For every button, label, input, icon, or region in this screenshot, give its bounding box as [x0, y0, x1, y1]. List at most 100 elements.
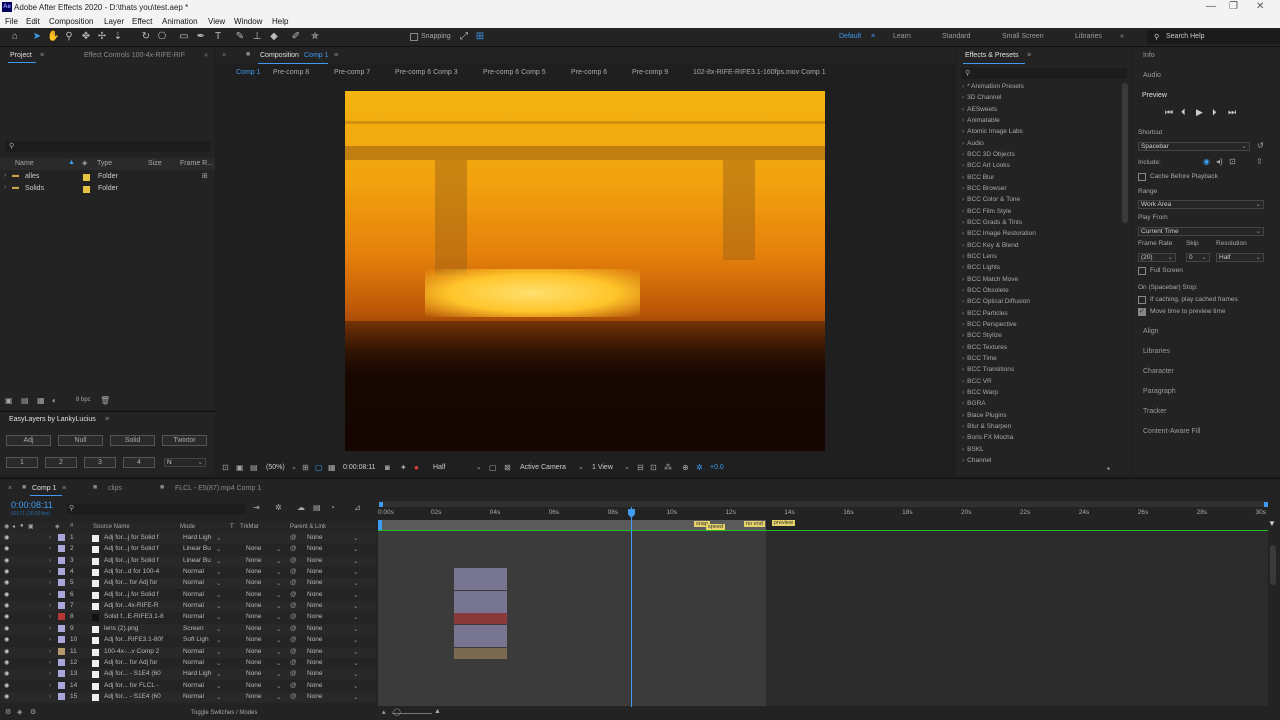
roto-tool-icon[interactable]: ✐	[290, 31, 302, 42]
pick-whip-icon[interactable]: @	[290, 579, 297, 586]
cache-before-checkbox[interactable]	[1138, 173, 1146, 181]
layer-parent[interactable]: None	[307, 602, 323, 609]
panel-menu-icon[interactable]: ≡	[1027, 52, 1031, 59]
expand-arrow-icon[interactable]: ›	[962, 264, 964, 271]
layer-name[interactable]: Adj for... for FLCL -	[104, 682, 176, 689]
breadcrumb-pre-comp-6-comp-3[interactable]: Pre-comp 6 Comp 3	[395, 69, 458, 76]
navigator-end-handle[interactable]	[1264, 502, 1268, 507]
layer-label-swatch[interactable]	[58, 545, 65, 553]
num-2-button[interactable]: 2	[45, 457, 77, 468]
time-navigator[interactable]	[380, 501, 1266, 507]
expand-arrow-icon[interactable]: ›	[49, 648, 51, 655]
toggle-switches-modes-button[interactable]: Toggle Switches / Modes	[191, 710, 257, 716]
view-layout-select[interactable]: 1 View	[592, 464, 613, 471]
transfer-controls-icon[interactable]: ◈	[17, 708, 22, 716]
layer-trkmat[interactable]: None	[246, 670, 262, 677]
expand-arrow-icon[interactable]: ›	[962, 366, 964, 373]
layer-row[interactable]: ◉ › 9 lens (2).png Screen ⌄ None ⌄ @ None ⌄	[0, 623, 376, 635]
project-search-input[interactable]	[6, 141, 210, 152]
orbit-tool-icon[interactable]: ✥	[80, 31, 92, 42]
effect-category[interactable]: › BCC Warp	[962, 389, 998, 396]
pick-whip-icon[interactable]: @	[290, 659, 297, 666]
layer-name[interactable]: Adj for...j for Solid f	[104, 545, 176, 552]
expand-arrow-icon[interactable]: ›	[962, 219, 964, 226]
play-from-select[interactable]: Current Time ⌄	[1138, 227, 1264, 236]
eye-icon[interactable]: ◉	[4, 591, 9, 598]
breadcrumb-pre-comp-7[interactable]: Pre-comp 7	[334, 69, 370, 76]
effect-category[interactable]: › * Animation Presets	[962, 83, 1024, 90]
menu-animation[interactable]: Animation	[162, 17, 198, 26]
rectangle-tool-icon[interactable]: ▭	[178, 31, 190, 42]
expand-arrow-icon[interactable]: ›	[962, 117, 964, 124]
tab-project[interactable]: Project	[10, 52, 32, 59]
resolution-select[interactable]: Half ⌄	[1216, 253, 1264, 262]
layer-name[interactable]: Adj for...j for Solid f	[104, 557, 176, 564]
comp-name[interactable]: Comp 1	[304, 52, 329, 59]
col-parent[interactable]: Parent & Link	[290, 524, 326, 530]
effects-search-input[interactable]	[961, 68, 1127, 79]
layer-label-swatch[interactable]	[58, 613, 65, 621]
expand-arrow-icon[interactable]: ›	[962, 412, 964, 419]
lock-column-icon[interactable]: ▣	[28, 523, 34, 530]
expand-arrow-icon[interactable]: ›	[49, 579, 51, 586]
close-icon[interactable]: ✕	[1256, 1, 1264, 12]
expand-arrow-icon[interactable]: ›	[962, 378, 964, 385]
layer-name[interactable]: 100-4x-...v Comp 2	[104, 648, 176, 655]
export-icon[interactable]: ⇪	[1256, 157, 1263, 166]
effect-category[interactable]: › AESweets	[962, 106, 997, 113]
panel-menu-icon[interactable]: ≡	[105, 416, 109, 423]
first-frame-icon[interactable]: ⏮	[1165, 107, 1173, 118]
breadcrumb-clip-comp[interactable]: 102-8x-RIFE-RIFE3.1-160fps.mov Comp 1	[693, 69, 826, 76]
expand-arrow-icon[interactable]: ›	[49, 557, 51, 564]
pick-whip-icon[interactable]: @	[290, 670, 297, 677]
zoom-tool-icon[interactable]: ⚲	[63, 31, 75, 42]
always-preview-icon[interactable]: ⊡	[222, 463, 229, 472]
workspace-small-screen[interactable]: Small Screen	[1002, 33, 1044, 40]
eye-icon[interactable]: ◉	[4, 534, 9, 541]
effect-category[interactable]: › 3D Channel	[962, 94, 1002, 101]
effect-category[interactable]: › BCC Obsolete	[962, 287, 1009, 294]
layer-name[interactable]: Adj for...RIFE3.1-80f	[104, 636, 176, 643]
puppet-tool-icon[interactable]: ✯	[309, 31, 321, 42]
expand-arrow-icon[interactable]: ›	[962, 457, 964, 464]
zoom-in-icon[interactable]: ▲	[434, 708, 441, 715]
eye-icon[interactable]: ◉	[4, 568, 9, 575]
minimize-icon[interactable]: —	[1206, 1, 1216, 12]
layer-label-swatch[interactable]	[58, 579, 65, 587]
effects-presets-title[interactable]: Effects & Presets	[965, 52, 1019, 59]
expand-arrow-icon[interactable]: ›	[49, 602, 51, 609]
resolution-select[interactable]: Half	[433, 464, 445, 471]
layer-duration-bar[interactable]	[454, 568, 507, 580]
eraser-tool-icon[interactable]: ◆	[268, 31, 280, 42]
breadcrumb-comp-1[interactable]: Comp 1	[236, 69, 261, 76]
col-name[interactable]: Name	[15, 160, 34, 167]
pick-whip-icon[interactable]: @	[290, 534, 297, 541]
pick-whip-icon[interactable]: @	[290, 693, 297, 700]
expand-arrow-icon[interactable]: ›	[962, 196, 964, 203]
color-settings-icon[interactable]: ◐	[52, 396, 57, 405]
lock-icon[interactable]: ■	[93, 484, 97, 491]
preview-panel-tab[interactable]: Preview	[1142, 92, 1167, 99]
current-time-display[interactable]: 0:00:08:11	[343, 464, 376, 471]
timeline-icon[interactable]: ⊡	[650, 463, 657, 472]
camera-select[interactable]: Active Camera	[520, 464, 566, 471]
breadcrumb-pre-comp-9[interactable]: Pre-comp 9	[632, 69, 668, 76]
layer-duration-bar[interactable]	[454, 613, 507, 625]
audio-toggle-icon[interactable]: ◂	[12, 523, 15, 530]
num-1-button[interactable]: 1	[6, 457, 38, 468]
expand-arrow-icon[interactable]: ›	[962, 94, 964, 101]
layer-duration-bar[interactable]	[454, 636, 507, 648]
layer-duration-bar[interactable]	[454, 624, 507, 636]
camera-tool-icon[interactable]: ⎔	[156, 31, 168, 42]
label-color-swatch[interactable]	[83, 186, 90, 193]
new-composition-icon[interactable]: ▦	[37, 396, 45, 405]
toggle-transparency-icon[interactable]: ⊠	[504, 463, 511, 472]
breadcrumb-pre-comp-6[interactable]: Pre-comp 6	[571, 69, 607, 76]
layer-label-swatch[interactable]	[58, 624, 65, 632]
in-out-icon[interactable]: ⚙	[30, 708, 36, 716]
new-folder-icon[interactable]: ▤	[21, 396, 29, 405]
selection-tool-icon[interactable]: ➤	[31, 31, 43, 42]
zoom-out-icon[interactable]: ▴	[382, 708, 386, 716]
effect-category[interactable]: › BCC Textures	[962, 344, 1007, 351]
marker-no-end[interactable]: no end	[744, 521, 765, 527]
